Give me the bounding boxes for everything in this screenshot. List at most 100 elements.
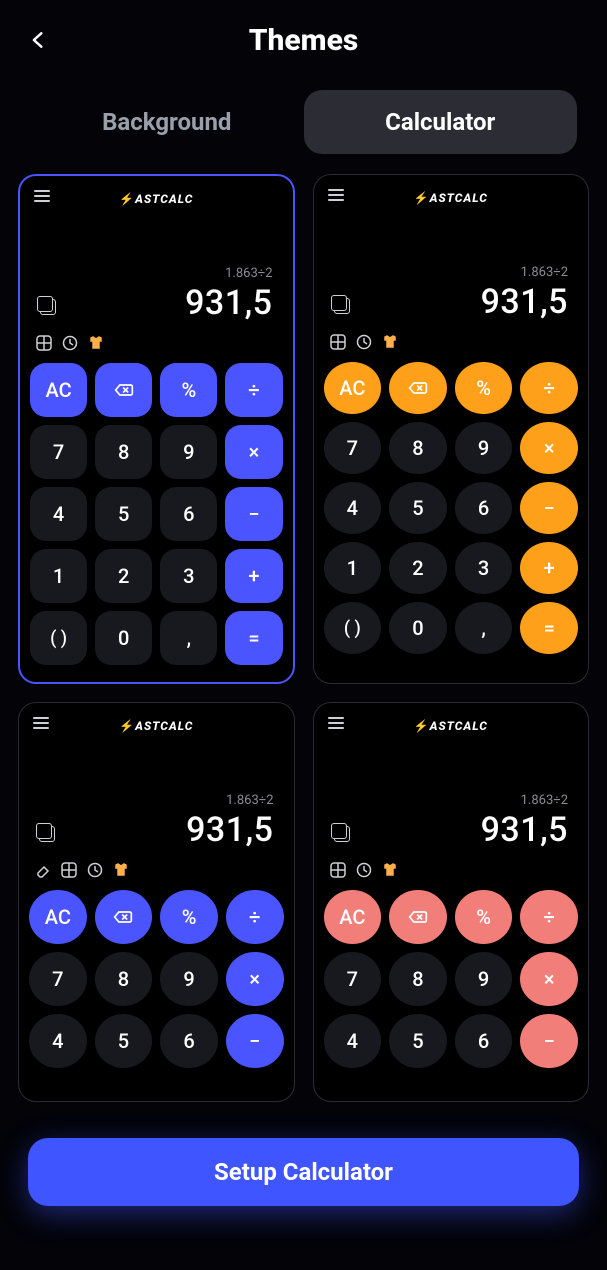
key-8[interactable]: 8 [95,952,153,1006]
key-ac[interactable]: AC [29,890,87,944]
key-comma[interactable]: , [160,611,217,665]
key-3[interactable]: 3 [160,549,217,603]
theme-card-coral[interactable]: ⚡ASTCALC 1.863÷2 931,5 AC % ÷ 7 8 [313,702,590,1102]
key-equals[interactable]: = [225,611,282,665]
history-icon [356,862,372,878]
calc-result: 931,5 [481,282,568,322]
key-3[interactable]: 3 [455,542,513,594]
key-2[interactable]: 2 [389,542,447,594]
key-minus[interactable]: − [520,482,578,534]
key-0[interactable]: 0 [95,611,152,665]
key-8[interactable]: 8 [95,425,152,479]
key-6[interactable]: 6 [455,1014,513,1068]
brand-logo: ⚡ASTCALC [119,192,193,206]
key-ac[interactable]: AC [324,890,382,944]
key-multiply[interactable]: × [520,422,578,474]
calc-result: 931,5 [185,283,272,323]
key-4[interactable]: 4 [30,487,87,541]
key-plus[interactable]: + [225,549,282,603]
theme-grid: ⚡ASTCALC 1.863÷2 931,5 AC % ÷ 7 8 [0,174,607,1222]
key-ac[interactable]: AC [324,362,382,414]
key-backspace[interactable] [95,363,152,417]
tool-row [324,322,579,358]
key-multiply[interactable]: × [226,952,284,1006]
key-7[interactable]: 7 [324,422,382,474]
key-percent[interactable]: % [160,890,218,944]
key-percent[interactable]: % [455,362,513,414]
key-minus[interactable]: − [520,1014,578,1068]
keypad: AC % ÷ 7 8 9 × 4 5 6 − [29,886,284,1068]
tab-background[interactable]: Background [30,90,304,154]
key-percent[interactable]: % [455,890,513,944]
key-8[interactable]: 8 [389,952,447,1006]
key-ac[interactable]: AC [30,363,87,417]
key-0[interactable]: 0 [389,602,447,654]
key-6[interactable]: 6 [160,487,217,541]
key-5[interactable]: 5 [389,482,447,534]
brand-logo: ⚡ASTCALC [414,719,488,733]
shirt-icon [113,862,129,878]
shirt-icon [382,334,398,350]
tabs: Background Calculator [0,80,607,174]
key-5[interactable]: 5 [95,1014,153,1068]
key-divide[interactable]: ÷ [520,362,578,414]
grid-icon [36,335,52,351]
calc-result: 931,5 [481,810,568,850]
key-7[interactable]: 7 [324,952,382,1006]
menu-icon [33,717,49,729]
grid-icon [330,334,346,350]
key-6[interactable]: 6 [160,1014,218,1068]
key-minus[interactable]: − [225,487,282,541]
theme-card-blue-round[interactable]: ⚡ASTCALC 1.863÷2 931,5 AC % ÷ 7 [18,702,295,1102]
copy-icon [39,826,55,842]
tab-calculator[interactable]: Calculator [304,90,578,154]
key-9[interactable]: 9 [160,425,217,479]
key-7[interactable]: 7 [30,425,87,479]
key-percent[interactable]: % [160,363,217,417]
key-backspace[interactable] [389,890,447,944]
keypad: AC % ÷ 7 8 9 × 4 5 6 − 1 2 3 + ( ) 0 , = [30,359,283,665]
menu-icon [34,190,50,202]
key-4[interactable]: 4 [324,482,382,534]
key-paren[interactable]: ( ) [324,602,382,654]
key-equals[interactable]: = [520,602,578,654]
key-1[interactable]: 1 [324,542,382,594]
key-6[interactable]: 6 [455,482,513,534]
key-4[interactable]: 4 [29,1014,87,1068]
theme-card-blue-square[interactable]: ⚡ASTCALC 1.863÷2 931,5 AC % ÷ 7 8 [18,174,295,684]
copy-icon [334,298,350,314]
back-button[interactable] [20,22,56,58]
key-divide[interactable]: ÷ [225,363,282,417]
key-5[interactable]: 5 [95,487,152,541]
calc-result: 931,5 [186,810,273,850]
key-4[interactable]: 4 [324,1014,382,1068]
key-2[interactable]: 2 [95,549,152,603]
brand-logo: ⚡ASTCALC [119,719,193,733]
key-multiply[interactable]: × [225,425,282,479]
key-9[interactable]: 9 [160,952,218,1006]
key-9[interactable]: 9 [455,422,513,474]
key-7[interactable]: 7 [29,952,87,1006]
key-comma[interactable]: , [455,602,513,654]
key-backspace[interactable] [95,890,153,944]
brand-logo: ⚡ASTCALC [414,191,488,205]
key-paren[interactable]: ( ) [30,611,87,665]
key-plus[interactable]: + [520,542,578,594]
history-icon [62,335,78,351]
key-divide[interactable]: ÷ [520,890,578,944]
setup-calculator-button[interactable]: Setup Calculator [28,1138,579,1206]
key-9[interactable]: 9 [455,952,513,1006]
copy-icon [40,299,56,315]
copy-icon [334,826,350,842]
key-backspace[interactable] [389,362,447,414]
key-8[interactable]: 8 [389,422,447,474]
theme-card-orange[interactable]: ⚡ASTCALC 1.863÷2 931,5 AC % ÷ 7 8 [313,174,590,684]
key-divide[interactable]: ÷ [226,890,284,944]
keypad: AC % ÷ 7 8 9 × 4 5 6 − [324,886,579,1068]
key-5[interactable]: 5 [389,1014,447,1068]
key-minus[interactable]: − [226,1014,284,1068]
key-1[interactable]: 1 [30,549,87,603]
grid-icon [61,862,77,878]
menu-icon [328,717,344,729]
key-multiply[interactable]: × [520,952,578,1006]
